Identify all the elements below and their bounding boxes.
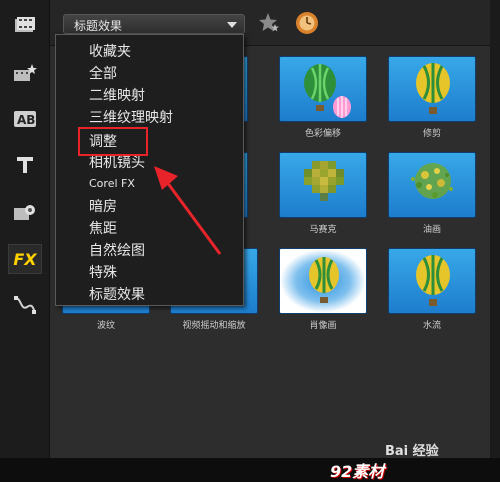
menu-item-3d-texture-mapping[interactable]: 三维纹理映射	[89, 107, 173, 127]
effect-label: 油画	[422, 225, 441, 235]
effect-label: 修剪	[422, 129, 441, 139]
library-toolbar: AB FX	[0, 0, 50, 458]
menu-item-2d-mapping[interactable]: 二维映射	[89, 85, 145, 105]
effect-label: 色彩偏移	[304, 129, 341, 139]
menu-item-title-effects[interactable]: 标题效果	[89, 284, 145, 304]
effect-label: 肖像画	[309, 321, 337, 331]
effect-category-select[interactable]: 标题效果	[63, 14, 245, 34]
effect-card-oil-painting[interactable]: 油画	[386, 152, 478, 235]
text-t-icon[interactable]	[8, 150, 42, 180]
menu-item-focus[interactable]: 焦距	[89, 218, 117, 238]
fx-icon[interactable]: FX	[8, 244, 42, 274]
red-arrow-icon	[154, 166, 222, 255]
effect-card-color-shift[interactable]: 色彩偏移	[277, 56, 369, 139]
favorite-star-icon[interactable]	[258, 12, 280, 34]
effect-label: 水流	[422, 321, 441, 331]
site-watermark: 92素材网-92sucai.com	[330, 462, 385, 481]
effect-label: 波纹	[96, 321, 115, 331]
effect-thumbnail[interactable]	[279, 56, 367, 122]
highlight-box	[78, 127, 148, 156]
effect-thumbnail[interactable]	[279, 248, 367, 314]
effect-label: 马赛克	[309, 225, 337, 235]
transition-icon[interactable]	[8, 197, 42, 227]
chevron-down-icon	[227, 22, 237, 28]
effect-label: 视频摇动和缩放	[182, 321, 246, 331]
baidu-watermark: Bai 经验	[385, 444, 439, 459]
svg-text:AB: AB	[17, 113, 35, 127]
menu-item-natural-painting[interactable]: 自然绘图	[89, 240, 145, 260]
effect-card-crop[interactable]: 修剪	[386, 56, 478, 139]
title-ab-icon[interactable]: AB	[8, 104, 42, 134]
menu-item-all[interactable]: 全部	[89, 63, 117, 83]
clock-icon[interactable]	[295, 11, 319, 35]
instant-project-icon[interactable]	[8, 58, 42, 88]
effect-thumbnail[interactable]	[279, 152, 367, 218]
effect-card-water-flow[interactable]: 水流	[386, 248, 478, 331]
effect-thumbnail[interactable]	[388, 56, 476, 122]
effect-card-mosaic[interactable]: 马赛克	[277, 152, 369, 235]
menu-item-darkroom[interactable]: 暗房	[89, 196, 117, 216]
scrollbar-track[interactable]	[490, 0, 500, 458]
effect-thumbnail[interactable]	[388, 248, 476, 314]
menu-item-corel-fx[interactable]: Corel FX	[89, 177, 135, 190]
path-icon[interactable]	[8, 290, 42, 320]
menu-item-favorites[interactable]: 收藏夹	[89, 41, 131, 61]
menu-item-special[interactable]: 特殊	[89, 262, 117, 282]
effect-card-portrait[interactable]: 肖像画	[277, 248, 369, 331]
effect-thumbnail[interactable]	[388, 152, 476, 218]
effect-category-select-value: 标题效果	[74, 19, 123, 33]
media-icon[interactable]	[8, 10, 42, 40]
